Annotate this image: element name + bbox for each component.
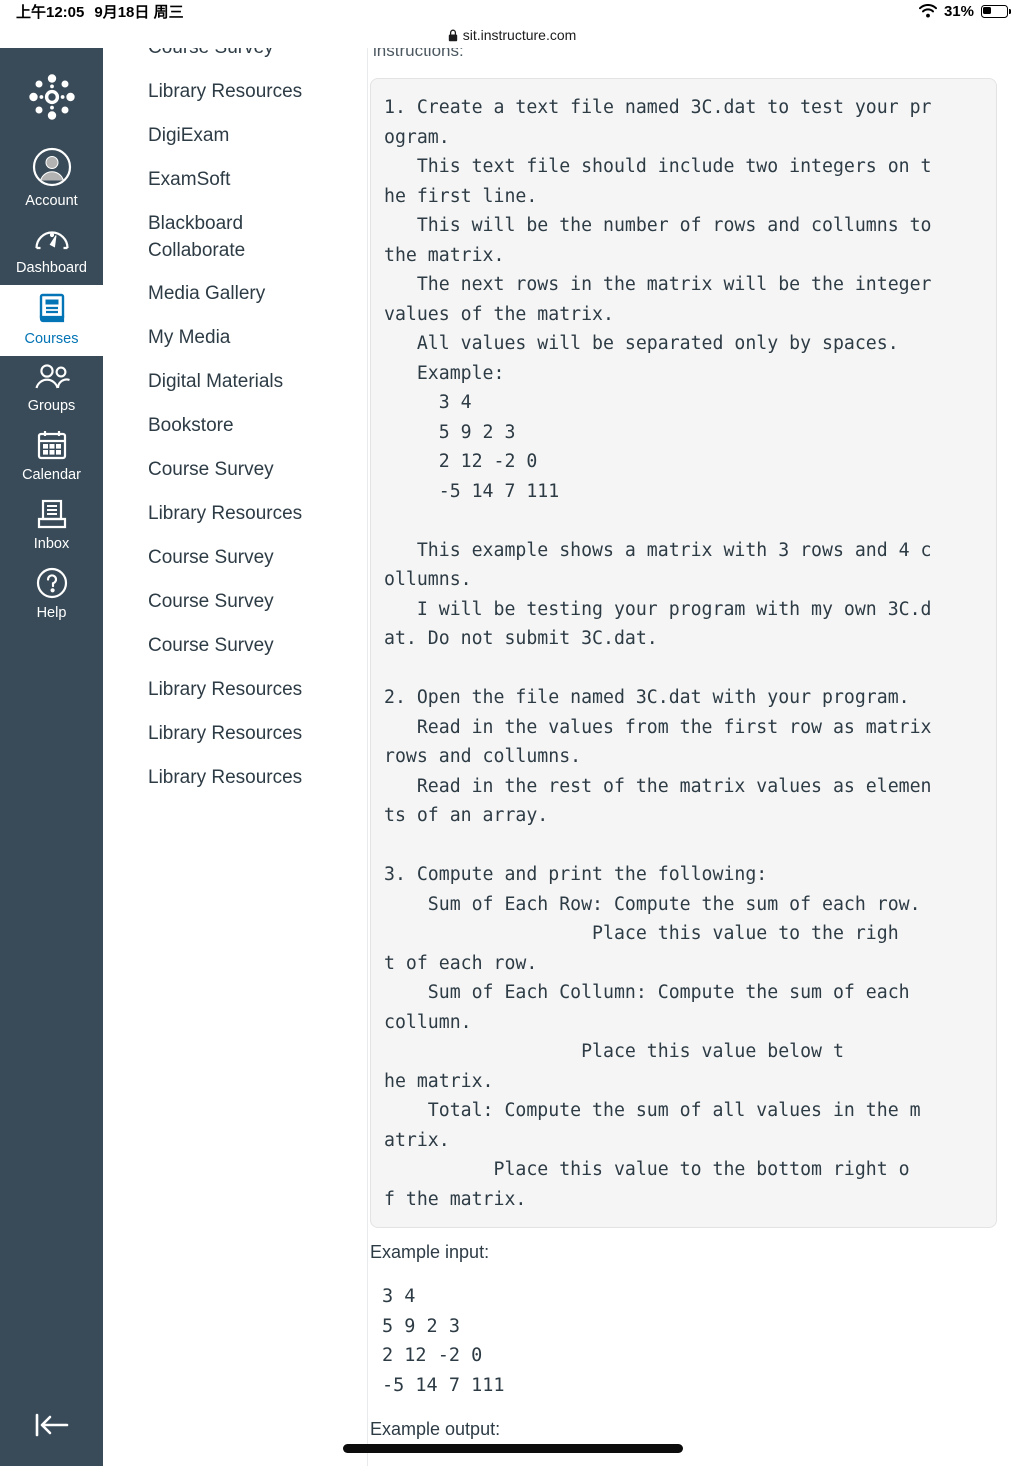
- course-nav-item-library-resources[interactable]: Library Resources: [148, 70, 367, 114]
- global-nav-item-groups[interactable]: Groups: [0, 356, 103, 423]
- user-avatar-icon: [32, 147, 72, 192]
- global-nav-label: Account: [25, 193, 78, 209]
- status-time: 上午12:05: [16, 3, 85, 21]
- collapse-left-arrow-icon[interactable]: [0, 1408, 103, 1466]
- assignment-content: instructions: 1. Create a text file name…: [368, 48, 1024, 1466]
- global-nav-label: Groups: [27, 398, 76, 414]
- course-navigation: Course Survey Library Resources DigiExam…: [103, 48, 368, 1466]
- course-nav-item-examsoft[interactable]: ExamSoft: [148, 158, 367, 202]
- list-item: Library Resources: [148, 712, 367, 756]
- example-output-data: 5 9 2 3 19: [382, 1460, 627, 1466]
- list-item: Library Resources: [148, 492, 367, 536]
- list-item: Course Survey: [148, 580, 367, 624]
- list-item: DigiExam: [148, 114, 367, 158]
- inbox-tray-icon: [36, 498, 68, 535]
- browser-url-bar[interactable]: sit.instructure.com: [0, 22, 1024, 48]
- dashboard-icon: [34, 224, 70, 259]
- global-navigation: Account Dashboard Courses Groups Calenda…: [0, 48, 103, 1466]
- truncated-heading-text: instructions:: [373, 48, 464, 60]
- list-item: My Media: [148, 316, 367, 360]
- list-item: Library Resources: [148, 668, 367, 712]
- horizontal-scrollbar[interactable]: [343, 1444, 683, 1453]
- global-nav-label: Dashboard: [16, 260, 87, 276]
- courses-book-icon: [35, 291, 69, 330]
- battery-icon: [981, 4, 1012, 18]
- course-nav-item-digital-materials[interactable]: Digital Materials: [148, 360, 367, 404]
- status-bar-right: 31%: [918, 2, 1012, 20]
- course-nav-item-library-resources-2[interactable]: Library Resources: [148, 492, 367, 536]
- global-nav-item-inbox[interactable]: Inbox: [0, 492, 103, 561]
- list-item: Course Survey: [148, 48, 367, 70]
- global-nav-label: Courses: [24, 331, 79, 347]
- course-nav-item-digiexam[interactable]: DigiExam: [148, 114, 367, 158]
- list-item: Course Survey: [148, 536, 367, 580]
- course-nav-item-my-media[interactable]: My Media: [148, 316, 367, 360]
- course-nav-item-library-resources-4[interactable]: Library Resources: [148, 712, 367, 756]
- course-nav-item-bookstore[interactable]: Bookstore: [148, 404, 367, 448]
- lock-icon: [448, 29, 458, 42]
- list-item: Blackboard Collaborate: [148, 202, 367, 272]
- status-bar-left: 上午12:05 9月18日 周三: [16, 1, 184, 22]
- course-nav-item-library-resources-3[interactable]: Library Resources: [148, 668, 367, 712]
- course-nav-item-blackboard-collaborate[interactable]: Blackboard Collaborate: [148, 202, 308, 272]
- course-nav-item-course-survey-5[interactable]: Course Survey: [148, 624, 367, 668]
- list-item: Library Resources: [148, 70, 367, 114]
- groups-people-icon: [32, 362, 72, 397]
- app-root: 上午12:05 9月18日 周三 31% sit.instructure.com…: [0, 0, 1024, 1466]
- course-nav-item-course-survey-2[interactable]: Course Survey: [148, 448, 367, 492]
- calendar-icon: [36, 429, 68, 466]
- global-nav-item-help[interactable]: Help: [0, 561, 103, 630]
- list-item: Library Resources: [148, 756, 367, 800]
- global-nav-label: Inbox: [33, 536, 70, 552]
- course-nav-item-course-survey-3[interactable]: Course Survey: [148, 536, 367, 580]
- course-nav-list: Course Survey Library Resources DigiExam…: [103, 48, 367, 800]
- global-nav-item-calendar[interactable]: Calendar: [0, 423, 103, 492]
- global-nav-item-courses[interactable]: Courses: [0, 285, 103, 356]
- example-input-label: Example input:: [370, 1242, 490, 1262]
- global-nav-label: Calendar: [22, 467, 81, 483]
- list-item: Course Survey: [148, 624, 367, 668]
- url-text: sit.instructure.com: [462, 27, 577, 43]
- list-item: Digital Materials: [148, 360, 367, 404]
- list-item: Bookstore: [148, 404, 367, 448]
- course-nav-item-course-survey[interactable]: Course Survey: [148, 48, 367, 70]
- assignment-instructions-code-block: 1. Create a text file named 3C.dat to te…: [370, 78, 997, 1228]
- example-input-data: 3 4 5 9 2 3 2 12 -2 0 -5 14 7 111: [382, 1286, 505, 1396]
- canvas-logo-icon[interactable]: [23, 68, 81, 131]
- battery-fill: [983, 6, 992, 15]
- list-item: ExamSoft: [148, 158, 367, 202]
- example-output-label: Example output:: [370, 1419, 501, 1439]
- help-question-icon: [36, 567, 68, 604]
- course-nav-item-media-gallery[interactable]: Media Gallery: [148, 272, 367, 316]
- wifi-icon: [918, 4, 937, 18]
- course-nav-item-course-survey-4[interactable]: Course Survey: [148, 580, 367, 624]
- status-date: 9月18日 周三: [94, 3, 184, 21]
- list-item: Media Gallery: [148, 272, 367, 316]
- global-nav-item-dashboard[interactable]: Dashboard: [0, 218, 103, 285]
- global-nav-label: Help: [36, 605, 67, 621]
- course-nav-item-library-resources-5[interactable]: Library Resources: [148, 756, 367, 800]
- ios-status-bar: 上午12:05 9月18日 周三 31%: [0, 0, 1024, 22]
- list-item: Course Survey: [148, 448, 367, 492]
- global-nav-item-account[interactable]: Account: [0, 141, 103, 218]
- battery-percent-label: 31%: [943, 2, 974, 20]
